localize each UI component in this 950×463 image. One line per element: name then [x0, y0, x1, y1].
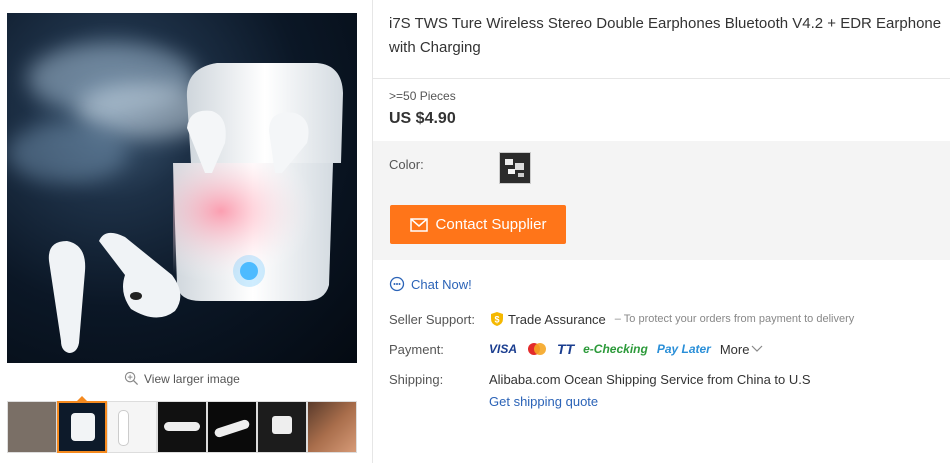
thumbnail[interactable] — [307, 401, 357, 453]
mastercard-icon — [528, 343, 547, 355]
contact-supplier-button[interactable]: Contact Supplier — [390, 205, 566, 244]
trade-assurance-note: – To protect your orders from payment to… — [614, 313, 855, 325]
contact-supplier-label: Contact Supplier — [435, 216, 547, 233]
shipping-label: Shipping: — [389, 372, 444, 387]
tt-icon: TT — [557, 341, 575, 357]
chevron-down-icon — [752, 345, 763, 352]
min-order-quantity: >=50 Pieces — [389, 89, 456, 103]
thumbnail[interactable] — [7, 401, 57, 453]
thumbnail[interactable] — [207, 401, 257, 453]
title-divider — [373, 78, 950, 79]
thumbnail[interactable] — [257, 401, 307, 453]
visa-icon: VISA — [489, 342, 518, 356]
trade-assurance-shield-icon: $ — [491, 312, 503, 326]
product-title: i7S TWS Ture Wireless Stereo Double Earp… — [389, 15, 942, 56]
earphones-illustration — [48, 63, 343, 353]
payment-label: Payment: — [389, 342, 444, 357]
thumbnail[interactable] — [107, 401, 157, 453]
product-info: i7S TWS Ture Wireless Stereo Double Earp… — [373, 0, 950, 463]
svg-text:$: $ — [494, 315, 499, 325]
pay-later-icon: Pay Later — [656, 342, 711, 356]
view-larger-link[interactable]: View larger image — [124, 371, 240, 386]
echecking-icon: e-Checking — [583, 342, 648, 356]
thumbnail-active[interactable] — [57, 401, 107, 453]
trade-assurance-name[interactable]: Trade Assurance — [508, 312, 606, 327]
view-larger-label: View larger image — [144, 371, 240, 386]
zoom-icon — [124, 371, 139, 386]
product-price: US $4.90 — [389, 110, 456, 127]
main-product-image[interactable] — [7, 13, 357, 363]
chat-now-label: Chat Now! — [411, 276, 472, 292]
chat-icon — [389, 276, 405, 292]
thumbnail-strip — [7, 401, 357, 455]
shipping-value: Alibaba.com Ocean Shipping Service from … — [489, 372, 811, 387]
thumbnail[interactable] — [157, 401, 207, 453]
more-label: More — [719, 341, 750, 357]
color-swatch[interactable] — [499, 152, 531, 184]
shipping-quote-link[interactable]: Get shipping quote — [489, 394, 598, 409]
payment-methods: VISA TT e-Checking Pay Later More — [489, 341, 763, 357]
chat-now-link[interactable]: Chat Now! — [389, 276, 472, 292]
trade-assurance: $ Trade Assurance – To protect your orde… — [489, 311, 854, 327]
color-label: Color: — [389, 157, 424, 172]
envelope-icon — [409, 217, 428, 232]
seller-support-label: Seller Support: — [389, 312, 475, 327]
product-gallery: View larger image — [0, 0, 372, 463]
color-swatch-image — [505, 159, 524, 177]
more-payment-button[interactable]: More — [720, 342, 764, 357]
